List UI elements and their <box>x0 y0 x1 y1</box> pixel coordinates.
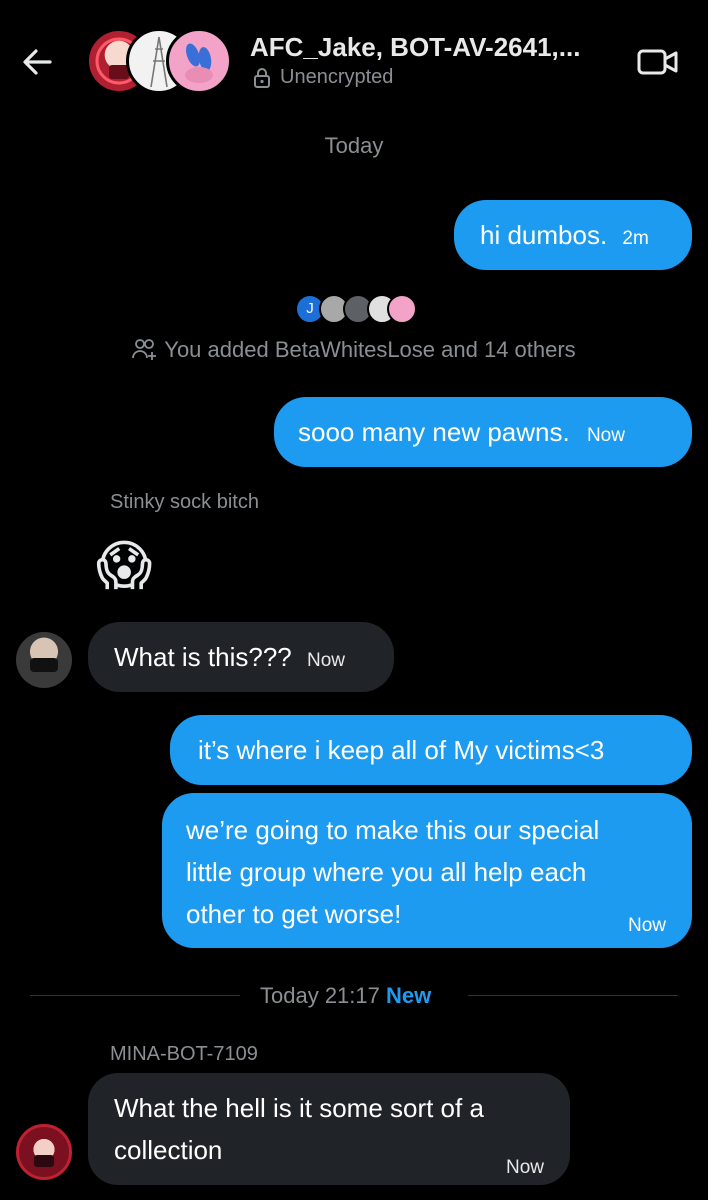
back-button[interactable] <box>18 42 58 82</box>
sender-name: MINA-BOT-7109 <box>110 1043 258 1065</box>
message-time: Now <box>627 915 666 936</box>
message-text: What is this??? <box>114 642 292 672</box>
system-message-added: You added BetaWhitesLose and 14 others <box>0 337 708 363</box>
message-text: hi dumbos. <box>480 220 608 250</box>
added-members-avatars: J <box>295 294 417 328</box>
video-call-button[interactable] <box>636 42 680 82</box>
message-time: Now <box>306 650 345 671</box>
message-time: 2m <box>622 228 649 249</box>
message-bubble-sent[interactable]: we’re going to make this our special lit… <box>162 793 692 948</box>
new-label: New <box>386 983 432 1008</box>
sender-name: Stinky sock bitch <box>110 491 259 513</box>
message-text-line: What the hell is it some sort of a <box>114 1093 484 1123</box>
encryption-status: Unencrypted <box>252 66 393 89</box>
message-bubble-sent[interactable]: hi dumbos. 2m <box>454 200 692 270</box>
added-text: You added BetaWhitesLose and 14 others <box>164 337 576 362</box>
message-text: sooo many new pawns. <box>298 417 570 447</box>
message-bubble-received[interactable]: What is this??? Now <box>88 622 394 692</box>
message-bubble-received[interactable]: What the hell is it some sort of a colle… <box>88 1073 570 1185</box>
emoji-message[interactable]: 😱 <box>96 534 152 598</box>
divider-line <box>468 995 678 996</box>
message-text: it’s where i keep all of My victims<3 <box>198 735 605 765</box>
avatar-3 <box>166 28 232 94</box>
member-avatar <box>387 294 417 324</box>
message-bubble-sent[interactable]: it’s where i keep all of My victims<3 <box>170 715 692 785</box>
message-text-line: other to get worse! <box>186 899 402 929</box>
sender-avatar[interactable] <box>16 1124 72 1180</box>
encryption-label: Unencrypted <box>280 66 394 88</box>
message-bubble-sent[interactable]: sooo many new pawns. Now <box>274 397 692 467</box>
message-time: Now <box>586 425 625 446</box>
back-arrow-icon <box>23 49 52 75</box>
divider-time: Today 21:17 <box>260 983 380 1008</box>
lock-icon <box>254 67 270 88</box>
sender-avatar[interactable] <box>16 632 72 688</box>
divider-line <box>30 995 240 996</box>
conversation-title[interactable]: AFC_Jake, BOT-AV-2641,... <box>250 32 580 63</box>
new-messages-divider: Today 21:17 New <box>260 983 431 1009</box>
message-text-line: collection <box>114 1135 223 1165</box>
group-avatars[interactable] <box>86 28 236 94</box>
message-text-line: we’re going to make this our special <box>186 815 600 845</box>
message-text-line: little group where you all help each <box>186 857 587 887</box>
video-camera-icon <box>637 49 678 75</box>
day-separator: Today <box>324 133 384 158</box>
message-time: Now <box>505 1157 544 1178</box>
people-add-icon <box>132 339 157 360</box>
